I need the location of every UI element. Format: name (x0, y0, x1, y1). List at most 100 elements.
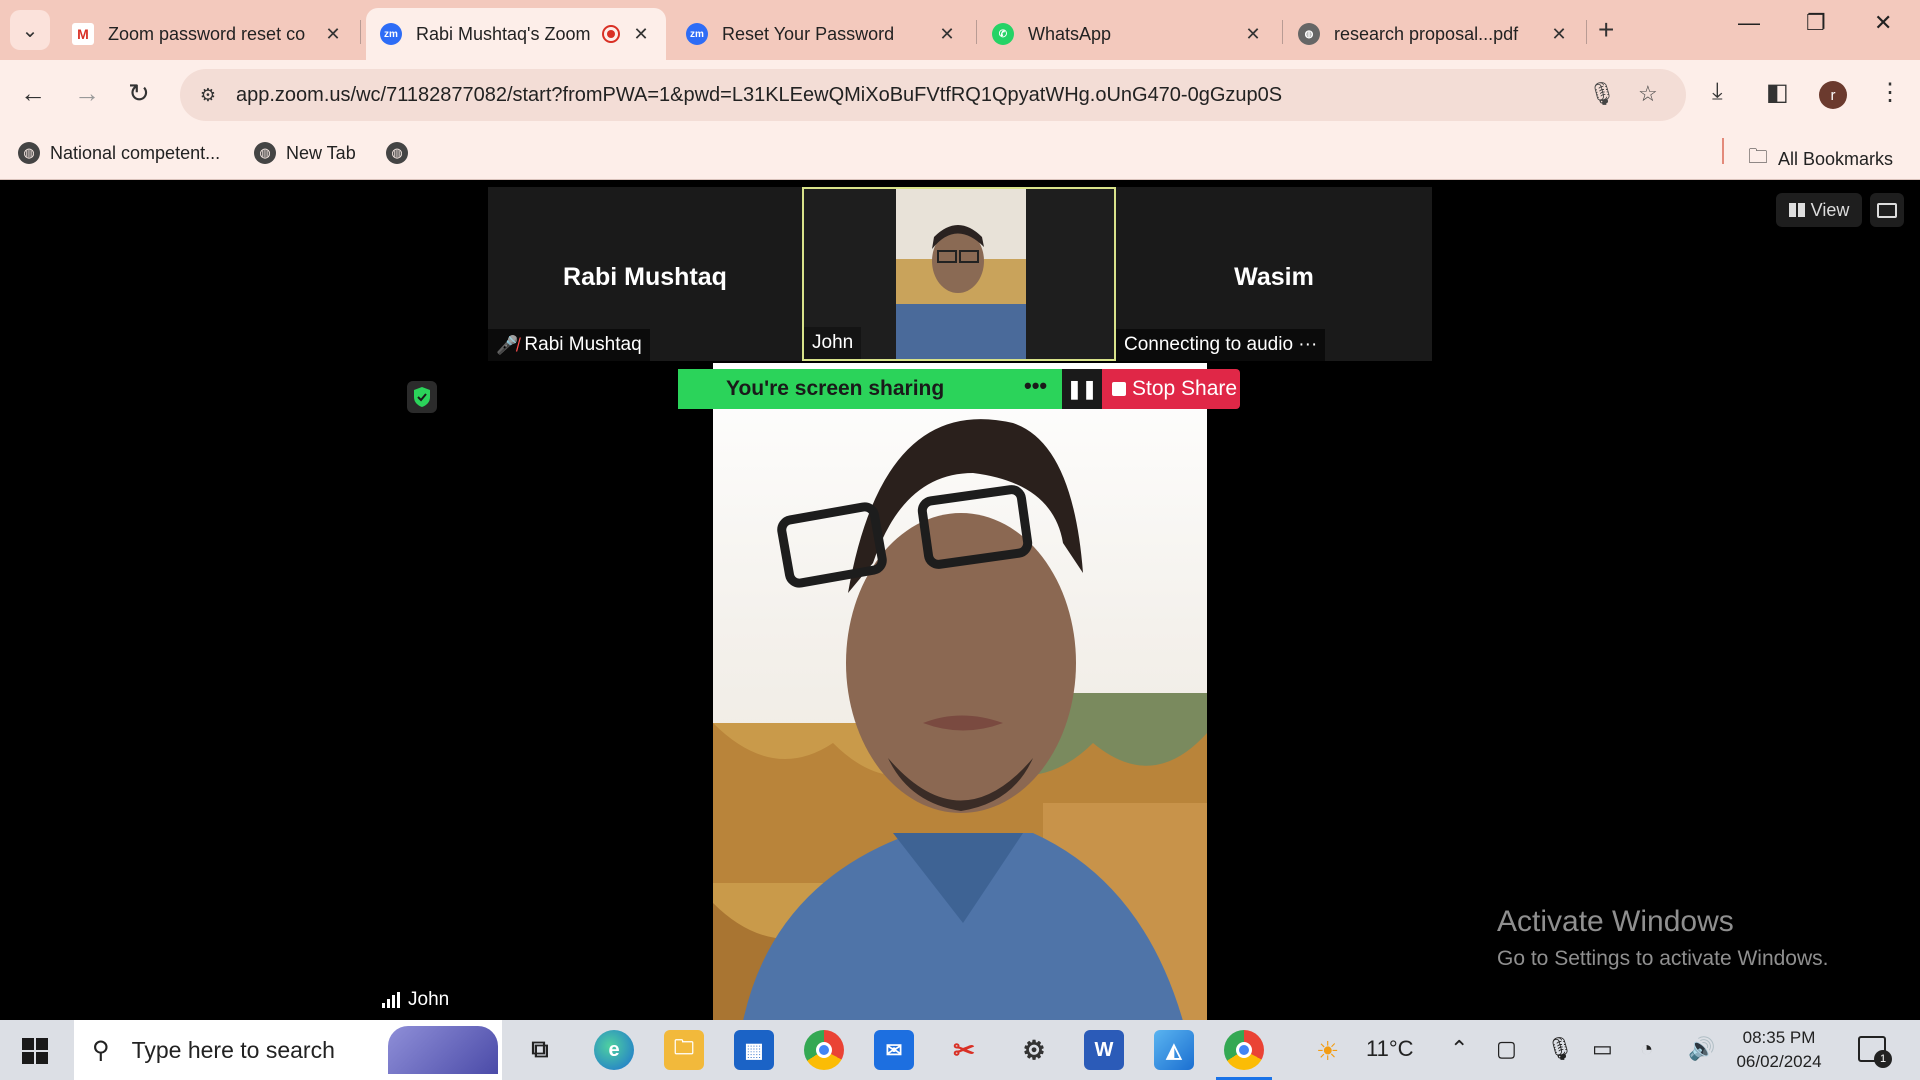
profile-avatar[interactable]: r (1819, 81, 1847, 109)
wifi-icon[interactable]: ◔ (1640, 1036, 1653, 1062)
view-label: View (1810, 199, 1850, 220)
address-bar[interactable]: ⚙ app.zoom.us/wc/71182877082/start?fromP… (180, 69, 1686, 121)
photos-icon[interactable]: ◭ (1154, 1030, 1194, 1070)
chevron-down-icon: ⌄ (21, 19, 39, 42)
notification-center-icon[interactable]: 1 (1858, 1036, 1892, 1068)
windows-start-icon[interactable] (22, 1038, 48, 1064)
close-icon[interactable]: ✕ (936, 24, 958, 45)
site-settings-icon[interactable]: ⚙ (194, 81, 222, 109)
zoom-icon: zm (380, 23, 402, 45)
notification-count: 1 (1874, 1050, 1892, 1068)
participant-tile-john[interactable]: John (802, 187, 1116, 361)
zoom-icon: zm (686, 23, 708, 45)
forward-button[interactable]: → (74, 78, 100, 109)
tab-reset-password[interactable]: zm Reset Your Password ✕ (672, 8, 972, 60)
bookmark-item[interactable]: ◍ (386, 142, 418, 164)
participant-name: John (812, 332, 854, 353)
recording-icon (602, 25, 620, 43)
taskbar-search-box[interactable]: ⚲ Type here to search (74, 1020, 502, 1080)
bookmark-item[interactable]: ◍ New Tab (254, 142, 356, 164)
main-video-name-tag: John (374, 985, 458, 1015)
back-button[interactable]: ← (20, 78, 46, 109)
restore-button[interactable]: ❐ (1806, 10, 1826, 36)
whatsapp-icon: ✆ (992, 23, 1014, 45)
settings-gear-icon[interactable]: ⚙ (1014, 1030, 1054, 1070)
tab-zoom-meeting[interactable]: zm Rabi Mushtaq's Zoom ✕ (366, 8, 666, 60)
close-icon[interactable]: ✕ (1548, 24, 1570, 45)
clock-time: 08:35 PM (1742, 1028, 1816, 1047)
tab-gmail[interactable]: M Zoom password reset co ✕ (58, 8, 358, 60)
main-video-name: John (408, 989, 450, 1010)
view-button[interactable]: View (1776, 193, 1862, 227)
mail-icon[interactable]: ✉ (874, 1030, 914, 1070)
menu-kebab-icon[interactable]: ⋮ (1878, 78, 1902, 107)
search-placeholder: Type here to search (131, 1036, 335, 1063)
participant-name: Rabi Mushtaq (524, 334, 642, 355)
meet-now-icon[interactable]: ▢ (1496, 1036, 1517, 1062)
fullscreen-button[interactable] (1870, 193, 1904, 227)
taskbar-clock[interactable]: 08:35 PM 06/02/2024 (1734, 1026, 1824, 1074)
close-icon[interactable]: ✕ (630, 24, 652, 45)
download-icon[interactable]: ⤓ (1712, 78, 1723, 106)
task-view-icon[interactable]: ⧉ (520, 1030, 560, 1070)
chrome-profile-icon[interactable] (1216, 1030, 1272, 1080)
weather-icon[interactable]: ☀ (1316, 1036, 1339, 1067)
tab-divider (1282, 20, 1283, 44)
search-icon: ⚲ (92, 1036, 110, 1064)
participant-tile-wasim[interactable]: Wasim Connecting to audio ··· (1116, 187, 1432, 361)
globe-icon: ◍ (254, 142, 276, 164)
new-tab-button[interactable]: + (1598, 14, 1614, 46)
file-explorer-icon[interactable]: 🗀 (664, 1030, 704, 1070)
store-icon[interactable]: ▦ (734, 1030, 774, 1070)
bookmark-item[interactable]: ◍ National competent... (18, 142, 220, 164)
tab-label: Reset Your Password (722, 23, 895, 44)
security-shield-icon[interactable] (407, 381, 437, 413)
microphone-icon[interactable]: 🎙 (1588, 81, 1616, 107)
all-bookmarks-label: All Bookmarks (1778, 148, 1894, 169)
tab-label: Zoom password reset co (108, 23, 306, 44)
chevron-up-icon[interactable]: ⌃ (1450, 1036, 1468, 1062)
edge-icon[interactable]: e (594, 1030, 634, 1070)
more-options-icon[interactable]: ••• (1024, 373, 1047, 399)
screen-icon (1877, 202, 1897, 218)
bookmark-star-icon[interactable]: ☆ (1638, 81, 1658, 107)
word-icon[interactable]: W (1084, 1030, 1124, 1070)
share-status[interactable]: You're screen sharing (678, 369, 1062, 409)
close-icon[interactable]: ✕ (1242, 24, 1264, 45)
tab-divider (976, 20, 977, 44)
tab-search-button[interactable]: ⌄ (10, 10, 50, 50)
pause-icon: ❚❚ (1066, 378, 1098, 399)
bookmarks-bar: ◍ National competent... ◍ New Tab ◍ 🗀 Al… (0, 130, 1920, 180)
weather-temp[interactable]: 11°C (1366, 1036, 1414, 1062)
stop-share-button[interactable]: Stop Share (1102, 369, 1240, 409)
folder-icon: 🗀 (1748, 146, 1768, 168)
tab-whatsapp[interactable]: ✆ WhatsApp ✕ (978, 8, 1278, 60)
reload-button[interactable]: ↻ (128, 78, 150, 109)
all-bookmarks[interactable]: 🗀 All Bookmarks (1748, 142, 1893, 176)
side-panel-icon[interactable]: ◧ (1766, 78, 1789, 107)
close-window-button[interactable]: ✕ (1874, 10, 1892, 36)
pause-share-button[interactable]: ❚❚ (1062, 369, 1102, 409)
tab-research-pdf[interactable]: ◍ research proposal...pdf ✕ (1284, 8, 1584, 60)
participant-big-name: Wasim (1234, 263, 1314, 291)
gmail-icon: M (72, 23, 94, 45)
tab-label: research proposal...pdf (1334, 23, 1519, 44)
microphone-tray-icon[interactable]: 🎙 (1546, 1036, 1574, 1062)
tab-label: WhatsApp (1028, 23, 1112, 44)
url-text[interactable]: app.zoom.us/wc/71182877082/start?fromPWA… (236, 84, 1282, 107)
tab-divider (360, 20, 361, 44)
globe-icon: ◍ (1298, 23, 1320, 45)
participant-name-tag: John (804, 327, 862, 359)
participant-name-tag: 🎤̸ Rabi Mushtaq (488, 329, 650, 361)
signal-strength-icon (382, 992, 402, 1008)
snipping-tool-icon[interactable]: ✂ (944, 1030, 984, 1070)
clock-date: 06/02/2024 (1736, 1052, 1822, 1071)
chrome-icon[interactable] (804, 1030, 844, 1070)
volume-icon[interactable]: 🔊 (1688, 1036, 1715, 1062)
battery-icon[interactable]: ▭ (1592, 1036, 1613, 1062)
minimize-button[interactable]: — (1738, 10, 1760, 36)
participant-tile-rabi[interactable]: Rabi Mushtaq 🎤̸ Rabi Mushtaq (488, 187, 802, 361)
tab-label: Rabi Mushtaq's Zoom (416, 23, 591, 44)
close-icon[interactable]: ✕ (322, 24, 344, 45)
share-status-text: You're screen sharing (726, 377, 945, 400)
